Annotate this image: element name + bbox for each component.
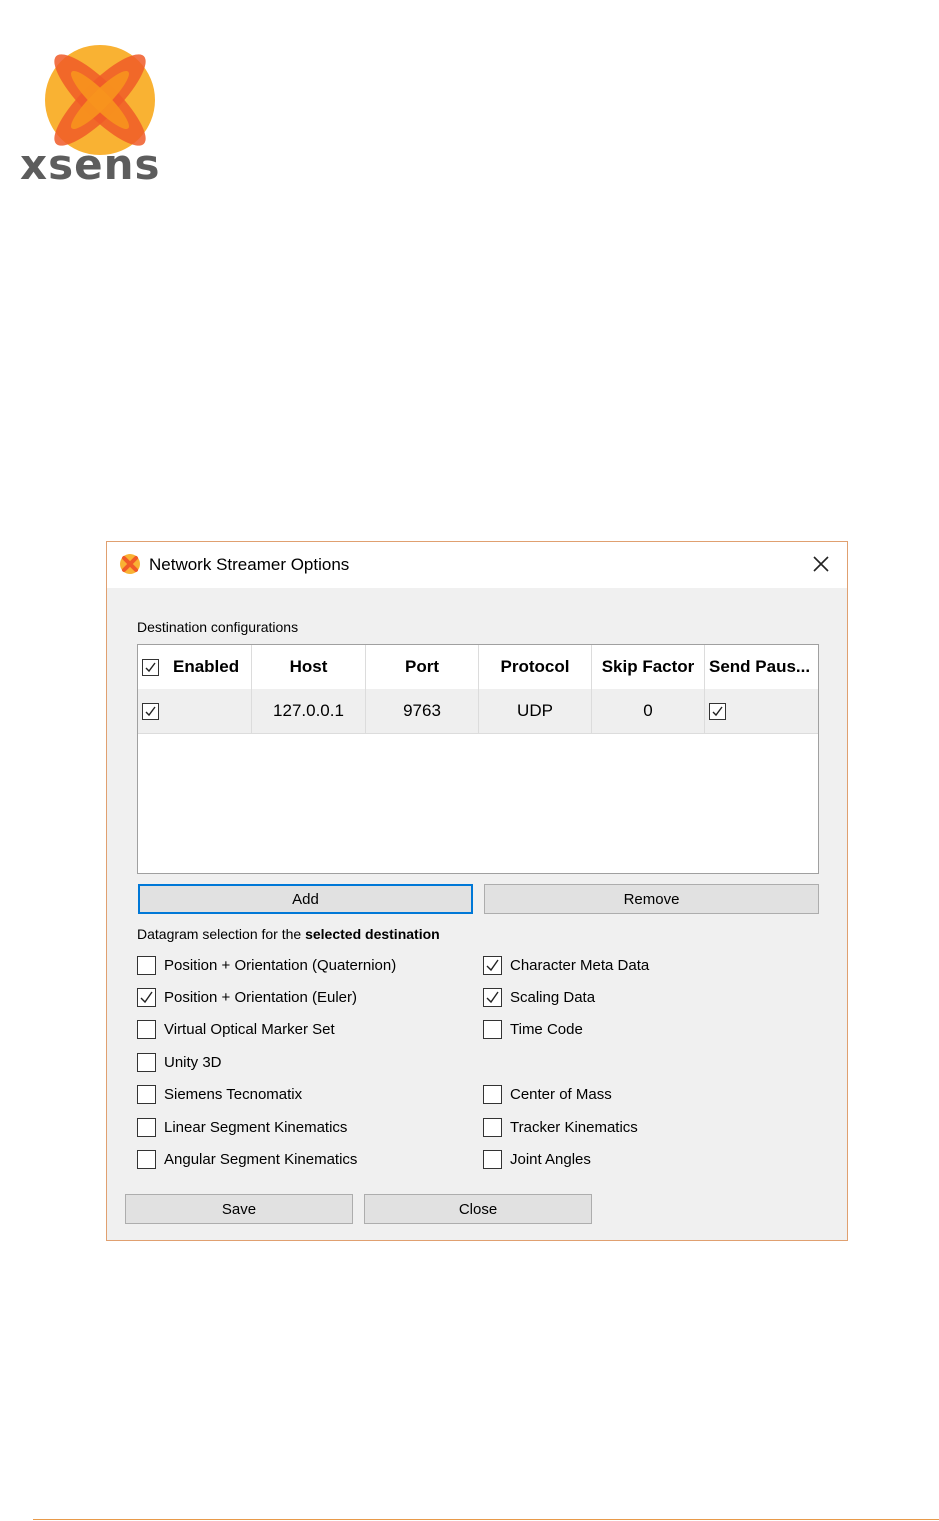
table-header: Enabled Host Port Protocol Skip Factor S… bbox=[138, 645, 818, 690]
row-send-paused-checkbox[interactable] bbox=[709, 702, 726, 720]
option-position-orientation-euler[interactable]: Position + Orientation (Euler) bbox=[137, 988, 357, 1007]
row-protocol[interactable]: UDP bbox=[479, 689, 592, 733]
option-label: Center of Mass bbox=[510, 1086, 612, 1103]
column-skip-factor[interactable]: Skip Factor bbox=[592, 645, 705, 689]
option-checkbox[interactable] bbox=[137, 988, 156, 1007]
close-button[interactable]: Close bbox=[364, 1194, 592, 1224]
datagram-label-bold: selected destination bbox=[305, 926, 440, 942]
network-streamer-dialog: Network Streamer Options Destination con… bbox=[106, 541, 848, 1241]
row-send-paused-cell[interactable] bbox=[705, 689, 818, 733]
header-enabled[interactable]: Enabled bbox=[138, 645, 252, 689]
option-label: Angular Segment Kinematics bbox=[164, 1151, 358, 1168]
option-label: Unity 3D bbox=[164, 1054, 222, 1071]
column-enabled: Enabled bbox=[173, 657, 240, 676]
option-checkbox[interactable] bbox=[137, 1150, 156, 1169]
option-label: Linear Segment Kinematics bbox=[164, 1119, 348, 1136]
option-checkbox[interactable] bbox=[137, 1118, 156, 1137]
option-checkbox[interactable] bbox=[137, 956, 156, 975]
datagram-label-prefix: Datagram selection for the bbox=[137, 926, 306, 942]
remove-button[interactable]: Remove bbox=[484, 884, 819, 914]
option-checkbox[interactable] bbox=[483, 956, 502, 975]
option-label: Position + Orientation (Quaternion) bbox=[164, 957, 397, 974]
datagram-selection-label: Datagram selection for the selected dest… bbox=[137, 926, 440, 942]
xsens-logo-text: xsens bbox=[20, 140, 161, 189]
footer-divider bbox=[33, 1519, 939, 1520]
option-checkbox[interactable] bbox=[483, 1085, 502, 1104]
dialog-title: Network Streamer Options bbox=[149, 555, 350, 574]
dialog-titlebar: Network Streamer Options bbox=[107, 542, 847, 588]
option-center-of-mass[interactable]: Center of Mass bbox=[483, 1085, 612, 1104]
option-label: Joint Angles bbox=[510, 1151, 591, 1168]
option-label: Virtual Optical Marker Set bbox=[164, 1021, 335, 1038]
option-scaling-data[interactable]: Scaling Data bbox=[483, 988, 595, 1007]
option-label: Scaling Data bbox=[510, 989, 596, 1006]
option-siemens-tecnomatix[interactable]: Siemens Tecnomatix bbox=[137, 1085, 302, 1104]
option-checkbox[interactable] bbox=[483, 1020, 502, 1039]
destination-table: Enabled Host Port Protocol Skip Factor S… bbox=[137, 644, 819, 874]
option-label: Position + Orientation (Euler) bbox=[164, 989, 358, 1006]
add-button[interactable]: Add bbox=[138, 884, 473, 914]
option-label: Siemens Tecnomatix bbox=[164, 1086, 303, 1103]
option-position-orientation-quaternion[interactable]: Position + Orientation (Quaternion) bbox=[137, 956, 396, 975]
option-virtual-optical-marker-set[interactable]: Virtual Optical Marker Set bbox=[137, 1020, 335, 1039]
option-angular-segment-kinematics[interactable]: Angular Segment Kinematics bbox=[137, 1150, 357, 1169]
option-joint-angles[interactable]: Joint Angles bbox=[483, 1150, 591, 1169]
column-port[interactable]: Port bbox=[366, 645, 479, 689]
row-skip-factor[interactable]: 0 bbox=[592, 689, 705, 733]
row-enabled-checkbox[interactable] bbox=[142, 702, 159, 720]
option-checkbox[interactable] bbox=[483, 1118, 502, 1137]
option-linear-segment-kinematics[interactable]: Linear Segment Kinematics bbox=[137, 1118, 347, 1137]
option-label: Time Code bbox=[510, 1021, 583, 1038]
option-label: Tracker Kinematics bbox=[510, 1119, 638, 1136]
option-tracker-kinematics[interactable]: Tracker Kinematics bbox=[483, 1118, 638, 1137]
option-checkbox[interactable] bbox=[137, 1085, 156, 1104]
destination-configurations-label: Destination configurations bbox=[137, 619, 299, 635]
close-icon[interactable] bbox=[809, 552, 833, 576]
option-checkbox[interactable] bbox=[483, 988, 502, 1007]
row-enabled-cell[interactable] bbox=[138, 689, 252, 733]
option-checkbox[interactable] bbox=[137, 1053, 156, 1072]
xsens-x-icon bbox=[120, 554, 140, 574]
option-checkbox[interactable] bbox=[137, 1020, 156, 1039]
option-time-code[interactable]: Time Code bbox=[483, 1020, 583, 1039]
option-unity-3d[interactable]: Unity 3D bbox=[137, 1053, 222, 1072]
column-protocol[interactable]: Protocol bbox=[479, 645, 592, 689]
save-button[interactable]: Save bbox=[125, 1194, 353, 1224]
table-row[interactable]: 127.0.0.1 9763 UDP 0 bbox=[138, 689, 818, 734]
column-send-paused[interactable]: Send Paus... bbox=[705, 645, 818, 689]
option-checkbox[interactable] bbox=[483, 1150, 502, 1169]
column-host[interactable]: Host bbox=[252, 645, 366, 689]
option-label: Character Meta Data bbox=[510, 957, 650, 974]
row-host[interactable]: 127.0.0.1 bbox=[252, 689, 366, 733]
header-enabled-checkbox[interactable] bbox=[142, 658, 159, 676]
option-character-meta-data[interactable]: Character Meta Data bbox=[483, 956, 649, 975]
row-port[interactable]: 9763 bbox=[366, 689, 479, 733]
